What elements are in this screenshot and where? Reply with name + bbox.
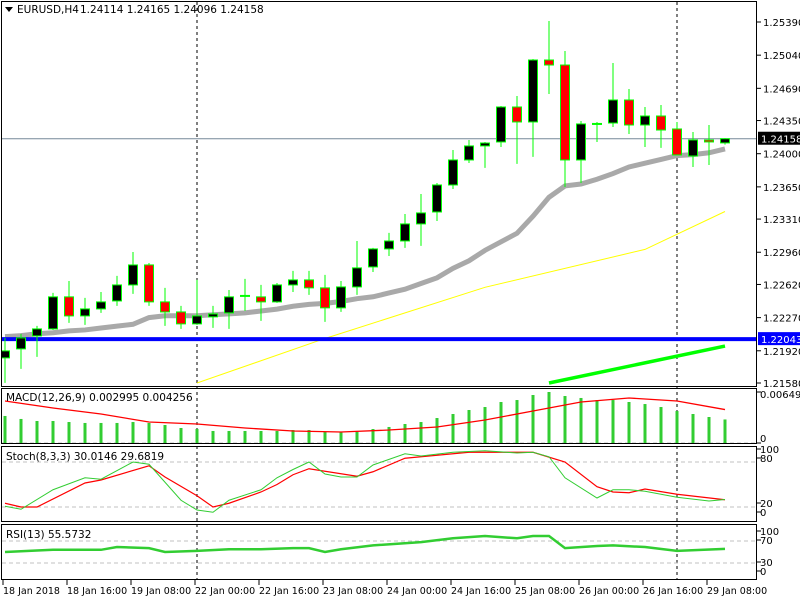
stoch-tick-label: 80 bbox=[760, 454, 773, 465]
price-tick-label: 1.21920 bbox=[763, 347, 800, 358]
candle-body-bull bbox=[288, 279, 298, 286]
candle-body-bull bbox=[128, 264, 138, 286]
candle-body-bear bbox=[160, 301, 170, 313]
time-tick-label: 22 Jan 00:00 bbox=[195, 586, 255, 597]
price-tick-label: 1.24690 bbox=[763, 84, 800, 95]
macd-label: MACD(12,26,9) 0.002995 0.004256 bbox=[6, 392, 193, 404]
candle-body-bear bbox=[656, 115, 666, 131]
time-tick-label: 24 Jan 16:00 bbox=[451, 586, 511, 597]
rsi-tick-label: 0 bbox=[760, 567, 766, 578]
candle-body-bull bbox=[432, 184, 442, 213]
time-tick-label: 25 Jan 08:00 bbox=[515, 586, 575, 597]
candle-body-bear bbox=[512, 106, 522, 123]
candle-body-bull bbox=[384, 240, 394, 250]
candle-body-bull bbox=[496, 106, 506, 143]
candle bbox=[144, 262, 154, 306]
rsi-label: RSI(13) 55.5732 bbox=[6, 529, 91, 541]
rsi-tick-label: 70 bbox=[760, 536, 773, 547]
candle-body-bear bbox=[176, 311, 186, 325]
trading-chart[interactable]: 1.25390 1.25040 1.24690 1.24350 1.24000 1.236… bbox=[0, 0, 800, 600]
candle bbox=[272, 282, 282, 303]
candle-body-bear bbox=[304, 279, 314, 289]
candle-body-bull bbox=[32, 328, 42, 337]
candle-body-bull bbox=[480, 142, 490, 147]
candle-body-bull bbox=[96, 301, 106, 310]
time-tick-label: 24 Jan 00:00 bbox=[387, 586, 447, 597]
time-tick-label: 26 Jan 00:00 bbox=[579, 586, 639, 597]
candle-body-bear bbox=[64, 296, 74, 317]
price-tick-label: 1.22960 bbox=[763, 248, 800, 259]
candle-body-bull bbox=[528, 59, 538, 123]
candle-body-bull bbox=[464, 145, 474, 161]
candle-body-bull bbox=[80, 308, 90, 317]
time-tick-label: 19 Jan 08:00 bbox=[131, 586, 191, 597]
time-tick-label: 18 Jan 16:00 bbox=[67, 586, 127, 597]
price-tick-label: 1.25040 bbox=[763, 51, 800, 62]
candle-body-bull bbox=[192, 315, 202, 325]
time-tick-label: 26 Jan 16:00 bbox=[643, 586, 703, 597]
candle bbox=[496, 105, 506, 147]
candle-body-bull bbox=[48, 296, 58, 330]
macd-tick-label: 0 bbox=[760, 434, 766, 445]
candle-body-bull bbox=[112, 284, 122, 302]
candle-body-bear bbox=[544, 59, 554, 66]
price-tick-label: 1.24350 bbox=[763, 117, 800, 128]
candle-body-bear bbox=[256, 296, 266, 303]
candle-body-bull bbox=[688, 139, 698, 157]
current-price-label: 1.24158 bbox=[761, 135, 800, 146]
price-tick-label: 1.22270 bbox=[763, 314, 800, 325]
candle-body-bull bbox=[608, 99, 618, 124]
candle-body-bull bbox=[576, 123, 586, 161]
candle bbox=[48, 292, 58, 330]
price-tick-label: 1.23310 bbox=[763, 215, 800, 226]
candle-body-bull bbox=[720, 138, 730, 144]
price-tick-label: 1.24000 bbox=[763, 150, 800, 161]
time-tick-label: 29 Jan 08:00 bbox=[707, 586, 767, 597]
candle-body-bear bbox=[144, 264, 154, 303]
candle-body-bull bbox=[336, 286, 346, 309]
candle-body-bear bbox=[704, 139, 714, 143]
stoch-tick-label: 0 bbox=[760, 508, 766, 519]
candle-body-bear bbox=[672, 128, 682, 156]
price-tick-label: 1.23650 bbox=[763, 183, 800, 194]
candle-body-bull bbox=[16, 337, 26, 350]
support-price-label: 1.22043 bbox=[761, 335, 800, 346]
price-tick-label: 1.22620 bbox=[763, 280, 800, 291]
candle-body-bull bbox=[272, 284, 282, 303]
candle-body-bull bbox=[224, 296, 234, 314]
candle-body-bull bbox=[352, 267, 362, 288]
ohlc-readout: 1.24114 1.24165 1.24096 1.24158 bbox=[80, 4, 264, 16]
time-tick-label: 18 Jan 2018 bbox=[3, 586, 60, 597]
candle-body-bull bbox=[400, 223, 410, 242]
symbol-label: EURUSD,H4 bbox=[17, 4, 79, 16]
macd-tick-label: 0.006491 bbox=[760, 390, 800, 401]
candle-body-bull bbox=[416, 212, 426, 225]
stoch-label: Stoch(8,3,3) 30.0146 29.6819 bbox=[6, 451, 164, 463]
price-tick-label: 1.21580 bbox=[763, 379, 800, 390]
candle-body-bull bbox=[368, 248, 378, 268]
time-tick-label: 23 Jan 08:00 bbox=[323, 586, 383, 597]
candle-body-bear bbox=[624, 99, 634, 126]
candle-body-bull bbox=[640, 115, 650, 126]
price-tick-label: 1.25390 bbox=[763, 18, 800, 29]
time-tick-label: 22 Jan 16:00 bbox=[259, 586, 319, 597]
candle-body-bear bbox=[320, 287, 330, 309]
candle-body-bull bbox=[448, 159, 458, 186]
candle-body-bull bbox=[208, 313, 218, 318]
candle-body-bear bbox=[560, 64, 570, 161]
